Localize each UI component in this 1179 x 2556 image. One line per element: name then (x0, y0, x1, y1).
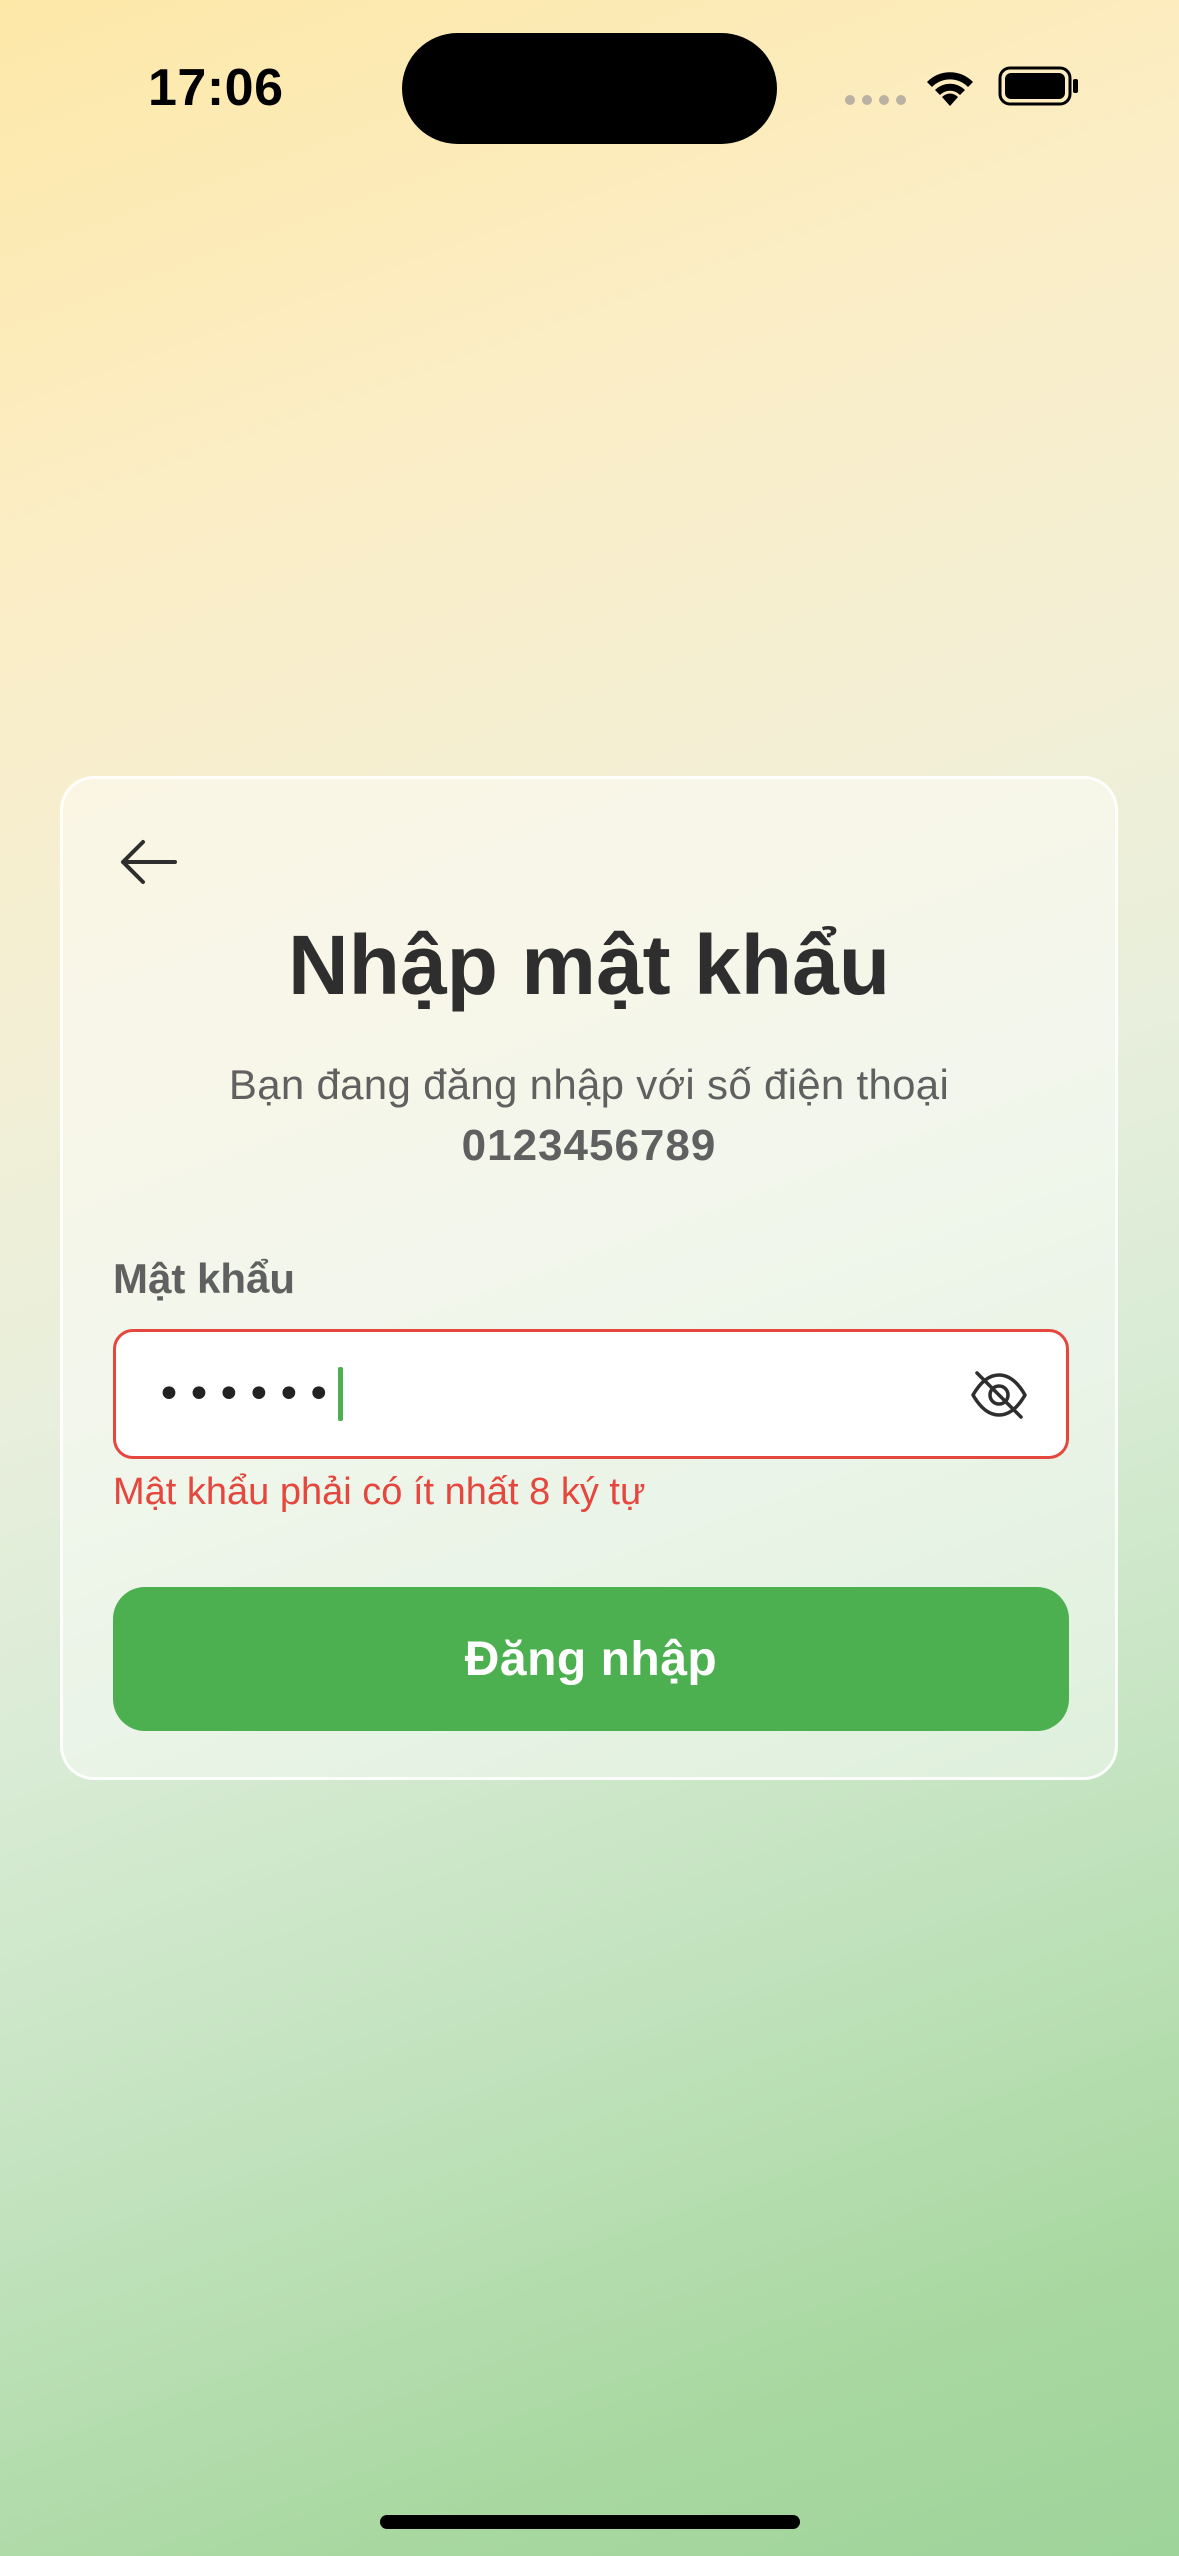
login-button[interactable]: Đăng nhập (113, 1587, 1069, 1731)
eye-off-icon[interactable] (968, 1364, 1030, 1426)
dynamic-island (402, 33, 777, 144)
status-time: 17:06 (148, 59, 284, 117)
battery-icon (998, 66, 1078, 106)
password-value: •••••• (156, 1368, 336, 1420)
wifi-icon (927, 72, 973, 106)
password-error-message: Mật khẩu phải có ít nhất 8 ký tự (113, 1471, 646, 1513)
login-subtitle: Bạn đang đăng nhập với số điện thoại (228, 1061, 950, 1108)
password-input[interactable]: •••••• (113, 1329, 1069, 1459)
arrow-left-icon[interactable] (117, 837, 179, 887)
home-indicator[interactable] (380, 2515, 800, 2529)
password-card: Nhập mật khẩu Bạn đang đăng nhập với số … (60, 776, 1118, 1780)
phone-number: 0123456789 (461, 1121, 717, 1170)
password-label: Mật khẩu (113, 1255, 296, 1302)
signal-dots-icon (845, 95, 906, 105)
page-title: Nhập mật khẩu (287, 918, 891, 1012)
text-caret (337, 1367, 343, 1421)
